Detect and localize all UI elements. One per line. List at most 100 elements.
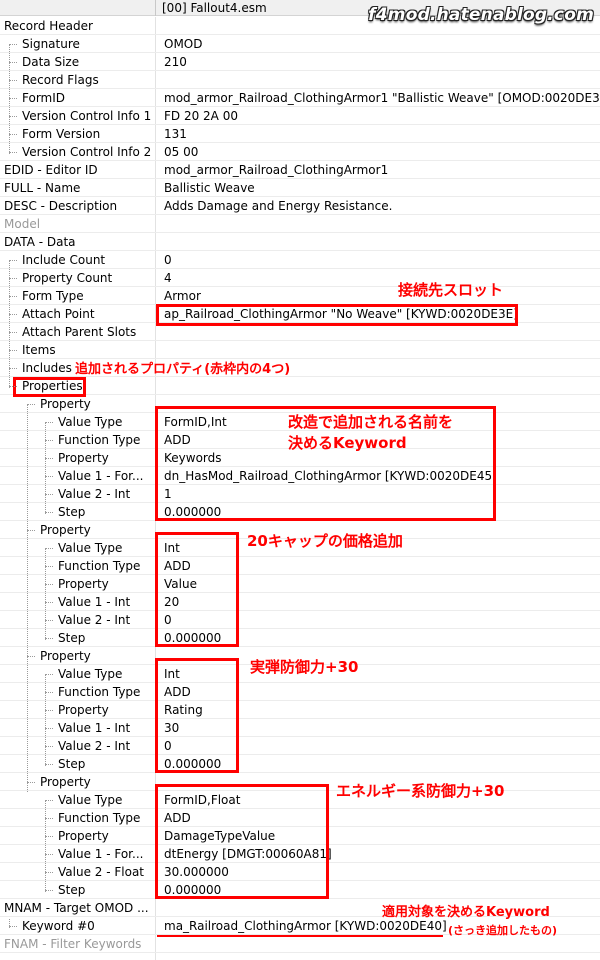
record-row[interactable]: DESC - Description Adds Damage and Energy… bbox=[0, 197, 600, 215]
field-name: Property bbox=[58, 577, 109, 591]
record-row[interactable]: Function Type ADD bbox=[0, 683, 600, 701]
record-row[interactable]: Property Count 4 bbox=[0, 269, 600, 287]
field-name: Value Type bbox=[58, 667, 123, 681]
field-value[interactable]: 4 bbox=[164, 269, 172, 287]
field-value[interactable]: Armor bbox=[164, 287, 201, 305]
tree-tick bbox=[45, 890, 53, 891]
field-value[interactable]: Adds Damage and Energy Resistance. bbox=[164, 197, 392, 215]
record-row[interactable]: Data Size 210 bbox=[0, 53, 600, 71]
field-name: EDID - Editor ID bbox=[4, 163, 98, 177]
field-name: FNAM - Filter Keywords bbox=[4, 937, 142, 951]
record-row[interactable]: Value 1 - Int 20 bbox=[0, 593, 600, 611]
properties-highlight bbox=[13, 377, 86, 397]
record-row[interactable]: Property Rating bbox=[0, 701, 600, 719]
field-name: Includes bbox=[22, 361, 72, 375]
annotation-target-1: 適用対象を決めるKeyword bbox=[382, 905, 550, 920]
record-row[interactable]: Property Value bbox=[0, 575, 600, 593]
record-row[interactable]: DATA - Data bbox=[0, 233, 600, 251]
field-value[interactable]: 05 00 bbox=[164, 143, 198, 161]
field-name: Property Count bbox=[22, 271, 113, 285]
field-name: FormID bbox=[22, 91, 66, 105]
field-name: Data Size bbox=[22, 55, 80, 69]
file-column-header[interactable]: [00] Fallout4.esm bbox=[162, 0, 267, 16]
tree-tick bbox=[27, 404, 35, 405]
tree-line-property-2 bbox=[45, 549, 46, 640]
field-name: DATA - Data bbox=[4, 235, 76, 249]
field-name: Value 2 - Int bbox=[58, 487, 131, 501]
record-row[interactable]: Form Version 131 bbox=[0, 125, 600, 143]
field-value[interactable]: Ballistic Weave bbox=[164, 179, 255, 197]
record-row[interactable]: FormID mod_armor_Railroad_ClothingArmor1 … bbox=[0, 89, 600, 107]
record-row[interactable]: Items bbox=[0, 341, 600, 359]
tree-tick bbox=[45, 872, 53, 873]
field-name: Property bbox=[40, 523, 91, 537]
field-name: Value 2 - Int bbox=[58, 739, 131, 753]
tree-tick bbox=[9, 134, 17, 135]
tree-tick bbox=[27, 782, 35, 783]
tree-tick bbox=[45, 584, 53, 585]
field-name: Step bbox=[58, 505, 86, 519]
tree-line-properties bbox=[27, 405, 28, 792]
tree-tick bbox=[9, 368, 17, 369]
keyword-underline bbox=[157, 935, 443, 937]
record-row[interactable]: Step 0.000000 bbox=[0, 755, 600, 773]
tree-tick bbox=[45, 638, 53, 639]
field-name: Version Control Info 2 bbox=[22, 145, 152, 159]
field-name: Value Type bbox=[58, 793, 123, 807]
record-row[interactable]: Function Type ADD bbox=[0, 557, 600, 575]
attach-point-highlight bbox=[156, 304, 518, 326]
field-name: Value 1 - For... bbox=[58, 469, 144, 483]
tree-tick bbox=[45, 494, 53, 495]
field-name: Form Type bbox=[22, 289, 84, 303]
record-row[interactable]: EDID - Editor ID mod_armor_Railroad_Cloth… bbox=[0, 161, 600, 179]
record-row[interactable]: FULL - Name Ballistic Weave bbox=[0, 179, 600, 197]
record-row[interactable]: Version Control Info 1 FD 20 2A 00 bbox=[0, 107, 600, 125]
record-row[interactable]: Record Flags bbox=[0, 71, 600, 89]
record-row[interactable]: Value 2 - Int 0 bbox=[0, 611, 600, 629]
column-divider[interactable] bbox=[155, 0, 156, 16]
field-name: Value Type bbox=[58, 415, 123, 429]
field-value[interactable]: 210 bbox=[164, 53, 187, 71]
tree-tick bbox=[45, 818, 53, 819]
annotation-target-2: (さっき追加したもの) bbox=[448, 924, 558, 937]
tree-line-property-3 bbox=[45, 675, 46, 766]
tree-tick bbox=[45, 602, 53, 603]
record-row[interactable]: Model bbox=[0, 215, 600, 233]
field-value[interactable]: mod_armor_Railroad_ClothingArmor1 "Balli… bbox=[164, 89, 600, 107]
tree-tick bbox=[45, 422, 53, 423]
tree-tick bbox=[45, 800, 53, 801]
field-name: MNAM - Target OMOD ... bbox=[4, 901, 149, 915]
record-row[interactable]: Include Count 0 bbox=[0, 251, 600, 269]
field-name: Form Version bbox=[22, 127, 101, 141]
tree-tick bbox=[9, 296, 17, 297]
field-name: DESC - Description bbox=[4, 199, 118, 213]
annotation-keyword-name-1: 改造で追加される名前を bbox=[288, 413, 454, 431]
field-value[interactable]: FD 20 2A 00 bbox=[164, 107, 238, 125]
field-value[interactable]: mod_armor_Railroad_ClothingArmor1 bbox=[164, 161, 388, 179]
record-row[interactable]: Value 2 - Int 0 bbox=[0, 737, 600, 755]
tree-tick bbox=[45, 548, 53, 549]
tree-tick bbox=[9, 98, 17, 99]
tree-tick bbox=[45, 746, 53, 747]
tree-tick bbox=[9, 260, 17, 261]
tree-tick bbox=[27, 656, 35, 657]
record-row[interactable]: Properties bbox=[0, 377, 600, 395]
tree-tick bbox=[45, 710, 53, 711]
record-row[interactable]: Step 0.000000 bbox=[0, 629, 600, 647]
tree-tick bbox=[45, 512, 53, 513]
field-name: Items bbox=[22, 343, 56, 357]
record-row[interactable]: Form Type Armor bbox=[0, 287, 600, 305]
field-name: Step bbox=[58, 631, 86, 645]
field-name: Property bbox=[58, 829, 109, 843]
field-value[interactable]: 131 bbox=[164, 125, 187, 143]
record-row[interactable]: Value 1 - Int 30 bbox=[0, 719, 600, 737]
field-value[interactable]: OMOD bbox=[164, 35, 202, 53]
record-row[interactable]: Version Control Info 2 05 00 bbox=[0, 143, 600, 161]
record-row[interactable]: Signature OMOD bbox=[0, 35, 600, 53]
tree-tick bbox=[45, 566, 53, 567]
tree-tick bbox=[45, 674, 53, 675]
property-2-highlight bbox=[155, 532, 239, 647]
field-name: Value 1 - Int bbox=[58, 721, 131, 735]
field-value[interactable]: 0 bbox=[164, 251, 172, 269]
tree-tick bbox=[9, 152, 17, 153]
